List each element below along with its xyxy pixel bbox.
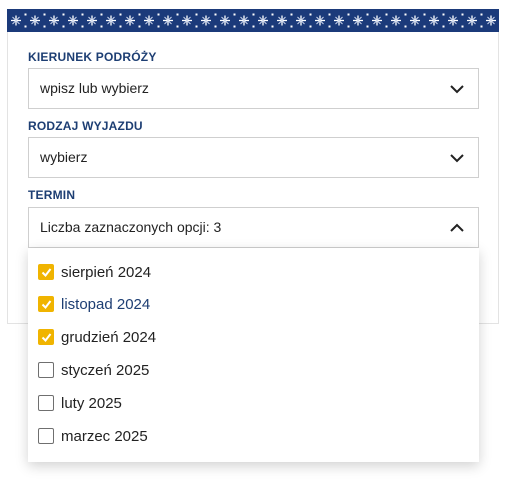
trip-type-select[interactable]: wybierz <box>28 137 479 178</box>
checkbox[interactable] <box>38 296 54 312</box>
destination-label: KIERUNEK PODRÓŻY <box>28 50 157 64</box>
checkbox[interactable] <box>38 362 54 378</box>
chevron-down-icon <box>450 85 464 94</box>
option-label: luty 2025 <box>61 394 122 412</box>
term-option-sierpien-2024[interactable]: sierpień 2024 <box>38 261 151 283</box>
term-option-grudzien-2024[interactable]: grudzień 2024 <box>38 326 156 348</box>
term-option-styczen-2025[interactable]: styczeń 2025 <box>38 359 149 381</box>
check-icon <box>41 268 52 278</box>
checkbox[interactable] <box>38 264 54 280</box>
chevron-down-icon <box>450 154 464 163</box>
chevron-up-icon <box>450 223 464 232</box>
destination-select[interactable]: wpisz lub wybierz <box>28 68 479 109</box>
checkbox[interactable] <box>38 395 54 411</box>
term-value: Liczba zaznaczonych opcji: 3 <box>40 219 222 235</box>
term-dropdown-list: sierpień 2024 listopad 2024 grudzień 202… <box>28 248 479 462</box>
option-label: styczeń 2025 <box>61 361 150 379</box>
check-icon <box>41 333 52 343</box>
trip-type-value: wybierz <box>40 149 88 165</box>
checkbox[interactable] <box>38 428 54 444</box>
option-label: grudzień 2024 <box>61 328 157 346</box>
option-label: marzec 2025 <box>61 427 148 445</box>
check-icon <box>41 300 52 310</box>
term-option-listopad-2024[interactable]: listopad 2024 <box>38 293 150 315</box>
destination-value: wpisz lub wybierz <box>40 80 149 96</box>
term-option-luty-2025[interactable]: luty 2025 <box>38 392 122 414</box>
option-label: listopad 2024 <box>61 295 151 313</box>
term-select[interactable]: Liczba zaznaczonych opcji: 3 <box>28 207 479 248</box>
checkbox[interactable] <box>38 329 54 345</box>
decorative-pattern-bar <box>7 9 499 32</box>
term-option-marzec-2025[interactable]: marzec 2025 <box>38 425 148 447</box>
term-label: TERMIN <box>28 188 76 202</box>
snowflake-pattern-icon <box>11 13 496 28</box>
trip-type-label: RODZAJ WYJAZDU <box>28 119 143 133</box>
option-label: sierpień 2024 <box>61 263 152 281</box>
